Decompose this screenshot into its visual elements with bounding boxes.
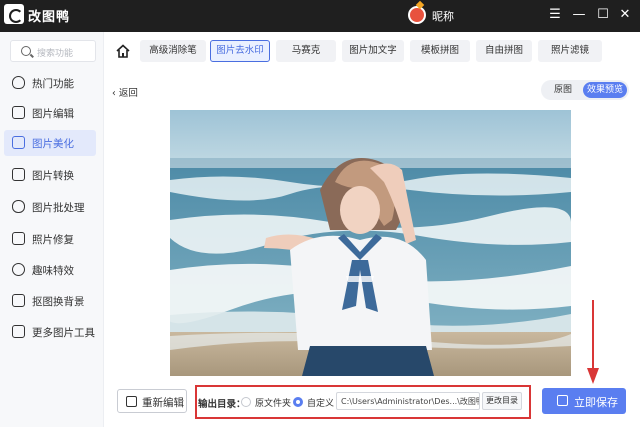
output-directory-label: 输出目录： — [198, 399, 246, 410]
repair-icon — [12, 232, 25, 245]
output-path-field[interactable]: C:\Users\Administrator\Des...\改图鸭 — [336, 392, 480, 410]
back-button[interactable]: ‹ 返回 — [112, 85, 138, 99]
flame-icon — [12, 76, 25, 89]
title-bar: 改图鸭 昵称 ☰ — ☐ ✕ — [0, 0, 640, 32]
sidebar-item-repair[interactable]: 照片修复 — [4, 226, 96, 252]
sidebar-item-label: 热门功能 — [32, 78, 74, 90]
tab-remove-watermark[interactable]: 图片去水印 — [210, 40, 270, 62]
search-placeholder: 搜索功能 — [37, 49, 74, 59]
view-toggle: 原图 效果预览 — [541, 80, 629, 100]
close-icon[interactable]: ✕ — [616, 6, 634, 24]
radio-custom-label[interactable]: 自定义 — [307, 396, 334, 409]
minimize-icon[interactable]: — — [570, 6, 588, 24]
edit-icon — [126, 396, 137, 407]
tab-free-collage[interactable]: 自由拼图 — [476, 40, 532, 62]
image-beautify-icon — [12, 136, 25, 149]
sidebar-item-more-tools[interactable]: 更多图片工具 — [4, 319, 96, 345]
sidebar-item-batch[interactable]: 图片批处理 — [4, 194, 96, 220]
menu-icon[interactable]: ☰ — [546, 6, 564, 24]
radio-custom[interactable] — [293, 397, 303, 407]
user-name[interactable]: 昵称 — [432, 8, 454, 24]
sidebar-item-label: 趣味特效 — [32, 265, 74, 277]
download-icon — [557, 395, 568, 406]
batch-icon — [12, 200, 25, 213]
sidebar-item-label: 图片批处理 — [32, 202, 85, 214]
chevron-left-icon: ‹ — [112, 88, 119, 99]
maximize-icon[interactable]: ☐ — [594, 6, 612, 24]
preview-image — [170, 110, 571, 376]
search-input[interactable]: 搜索功能 — [10, 40, 96, 62]
sidebar-item-cutout[interactable]: 抠图换背景 — [4, 288, 96, 314]
sidebar-item-hot[interactable]: 热门功能 — [4, 70, 96, 96]
sidebar-item-label: 抠图换背景 — [32, 296, 85, 308]
app-logo-icon — [4, 4, 24, 24]
tab-add-text[interactable]: 图片加文字 — [342, 40, 404, 62]
app-title: 改图鸭 — [28, 10, 71, 25]
toggle-preview[interactable]: 效果预览 — [583, 82, 627, 98]
sidebar-item-fun-effects[interactable]: 趣味特效 — [4, 257, 96, 283]
cutout-icon — [12, 294, 25, 307]
sidebar-item-convert[interactable]: 图片转换 — [4, 162, 96, 188]
sidebar-item-label: 图片美化 — [32, 138, 74, 150]
save-now-label: 立即保存 — [574, 396, 618, 409]
save-now-button[interactable]: 立即保存 — [542, 388, 626, 414]
sidebar-item-label: 更多图片工具 — [32, 327, 95, 339]
home-icon[interactable] — [116, 44, 130, 58]
change-directory-button[interactable]: 更改目录 — [482, 392, 522, 410]
tab-advanced-eraser[interactable]: 高级消除笔 — [140, 40, 206, 62]
user-avatar[interactable] — [408, 6, 426, 24]
sidebar-item-label: 照片修复 — [32, 234, 74, 246]
tab-mosaic[interactable]: 马赛克 — [276, 40, 336, 62]
toolbox-icon — [12, 325, 25, 338]
back-label: 返回 — [118, 88, 138, 99]
sidebar-item-label: 图片编辑 — [32, 108, 74, 120]
radio-original-folder-label[interactable]: 原文件夹 — [255, 396, 291, 409]
radio-original-folder[interactable] — [241, 397, 251, 407]
convert-icon — [12, 168, 25, 181]
reedit-label: 重新编辑 — [142, 397, 184, 409]
toggle-original[interactable]: 原图 — [545, 82, 581, 98]
reedit-button[interactable]: 重新编辑 — [117, 389, 187, 413]
sidebar-item-image-beautify[interactable]: 图片美化 — [4, 130, 96, 156]
image-edit-icon — [12, 106, 25, 119]
search-icon — [21, 46, 31, 56]
tab-template-collage[interactable]: 模板拼图 — [410, 40, 470, 62]
sidebar: 搜索功能 热门功能 图片编辑 图片美化 图片转换 图片批处理 照片修复 趣味特效… — [0, 32, 104, 427]
sparkle-icon — [12, 263, 25, 276]
tab-photo-filter[interactable]: 照片滤镜 — [538, 40, 602, 62]
sidebar-item-label: 图片转换 — [32, 170, 74, 182]
sidebar-item-image-edit[interactable]: 图片编辑 — [4, 100, 96, 126]
annotation-arrow-icon — [587, 300, 599, 384]
